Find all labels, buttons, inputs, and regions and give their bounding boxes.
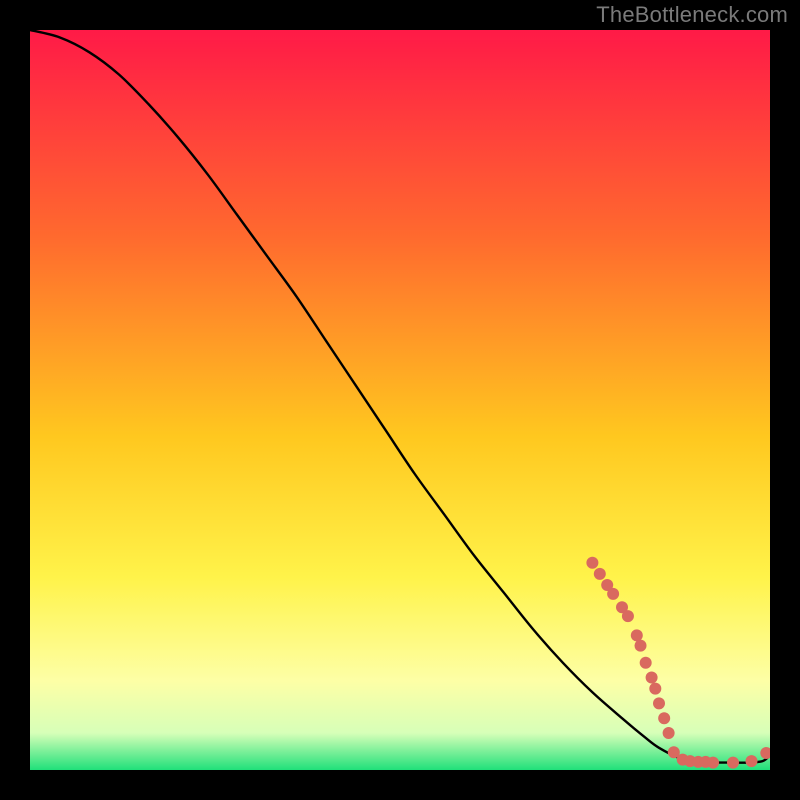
curve-marker xyxy=(658,712,670,724)
curve-marker xyxy=(594,568,606,580)
curve-marker xyxy=(640,657,652,669)
curve-marker xyxy=(663,727,675,739)
curve-marker xyxy=(746,755,758,767)
watermark-text: TheBottleneck.com xyxy=(596,4,788,26)
curve-marker xyxy=(586,557,598,569)
chart-plot-area xyxy=(30,30,770,770)
curve-marker xyxy=(707,757,719,769)
curve-marker xyxy=(635,640,647,652)
chart-background xyxy=(30,30,770,770)
curve-marker xyxy=(631,629,643,641)
chart-frame: TheBottleneck.com xyxy=(0,0,800,800)
curve-marker xyxy=(649,683,661,695)
chart-svg xyxy=(30,30,770,770)
curve-marker xyxy=(622,610,634,622)
curve-marker xyxy=(607,588,619,600)
curve-marker xyxy=(727,757,739,769)
curve-marker xyxy=(653,697,665,709)
curve-marker xyxy=(646,672,658,684)
